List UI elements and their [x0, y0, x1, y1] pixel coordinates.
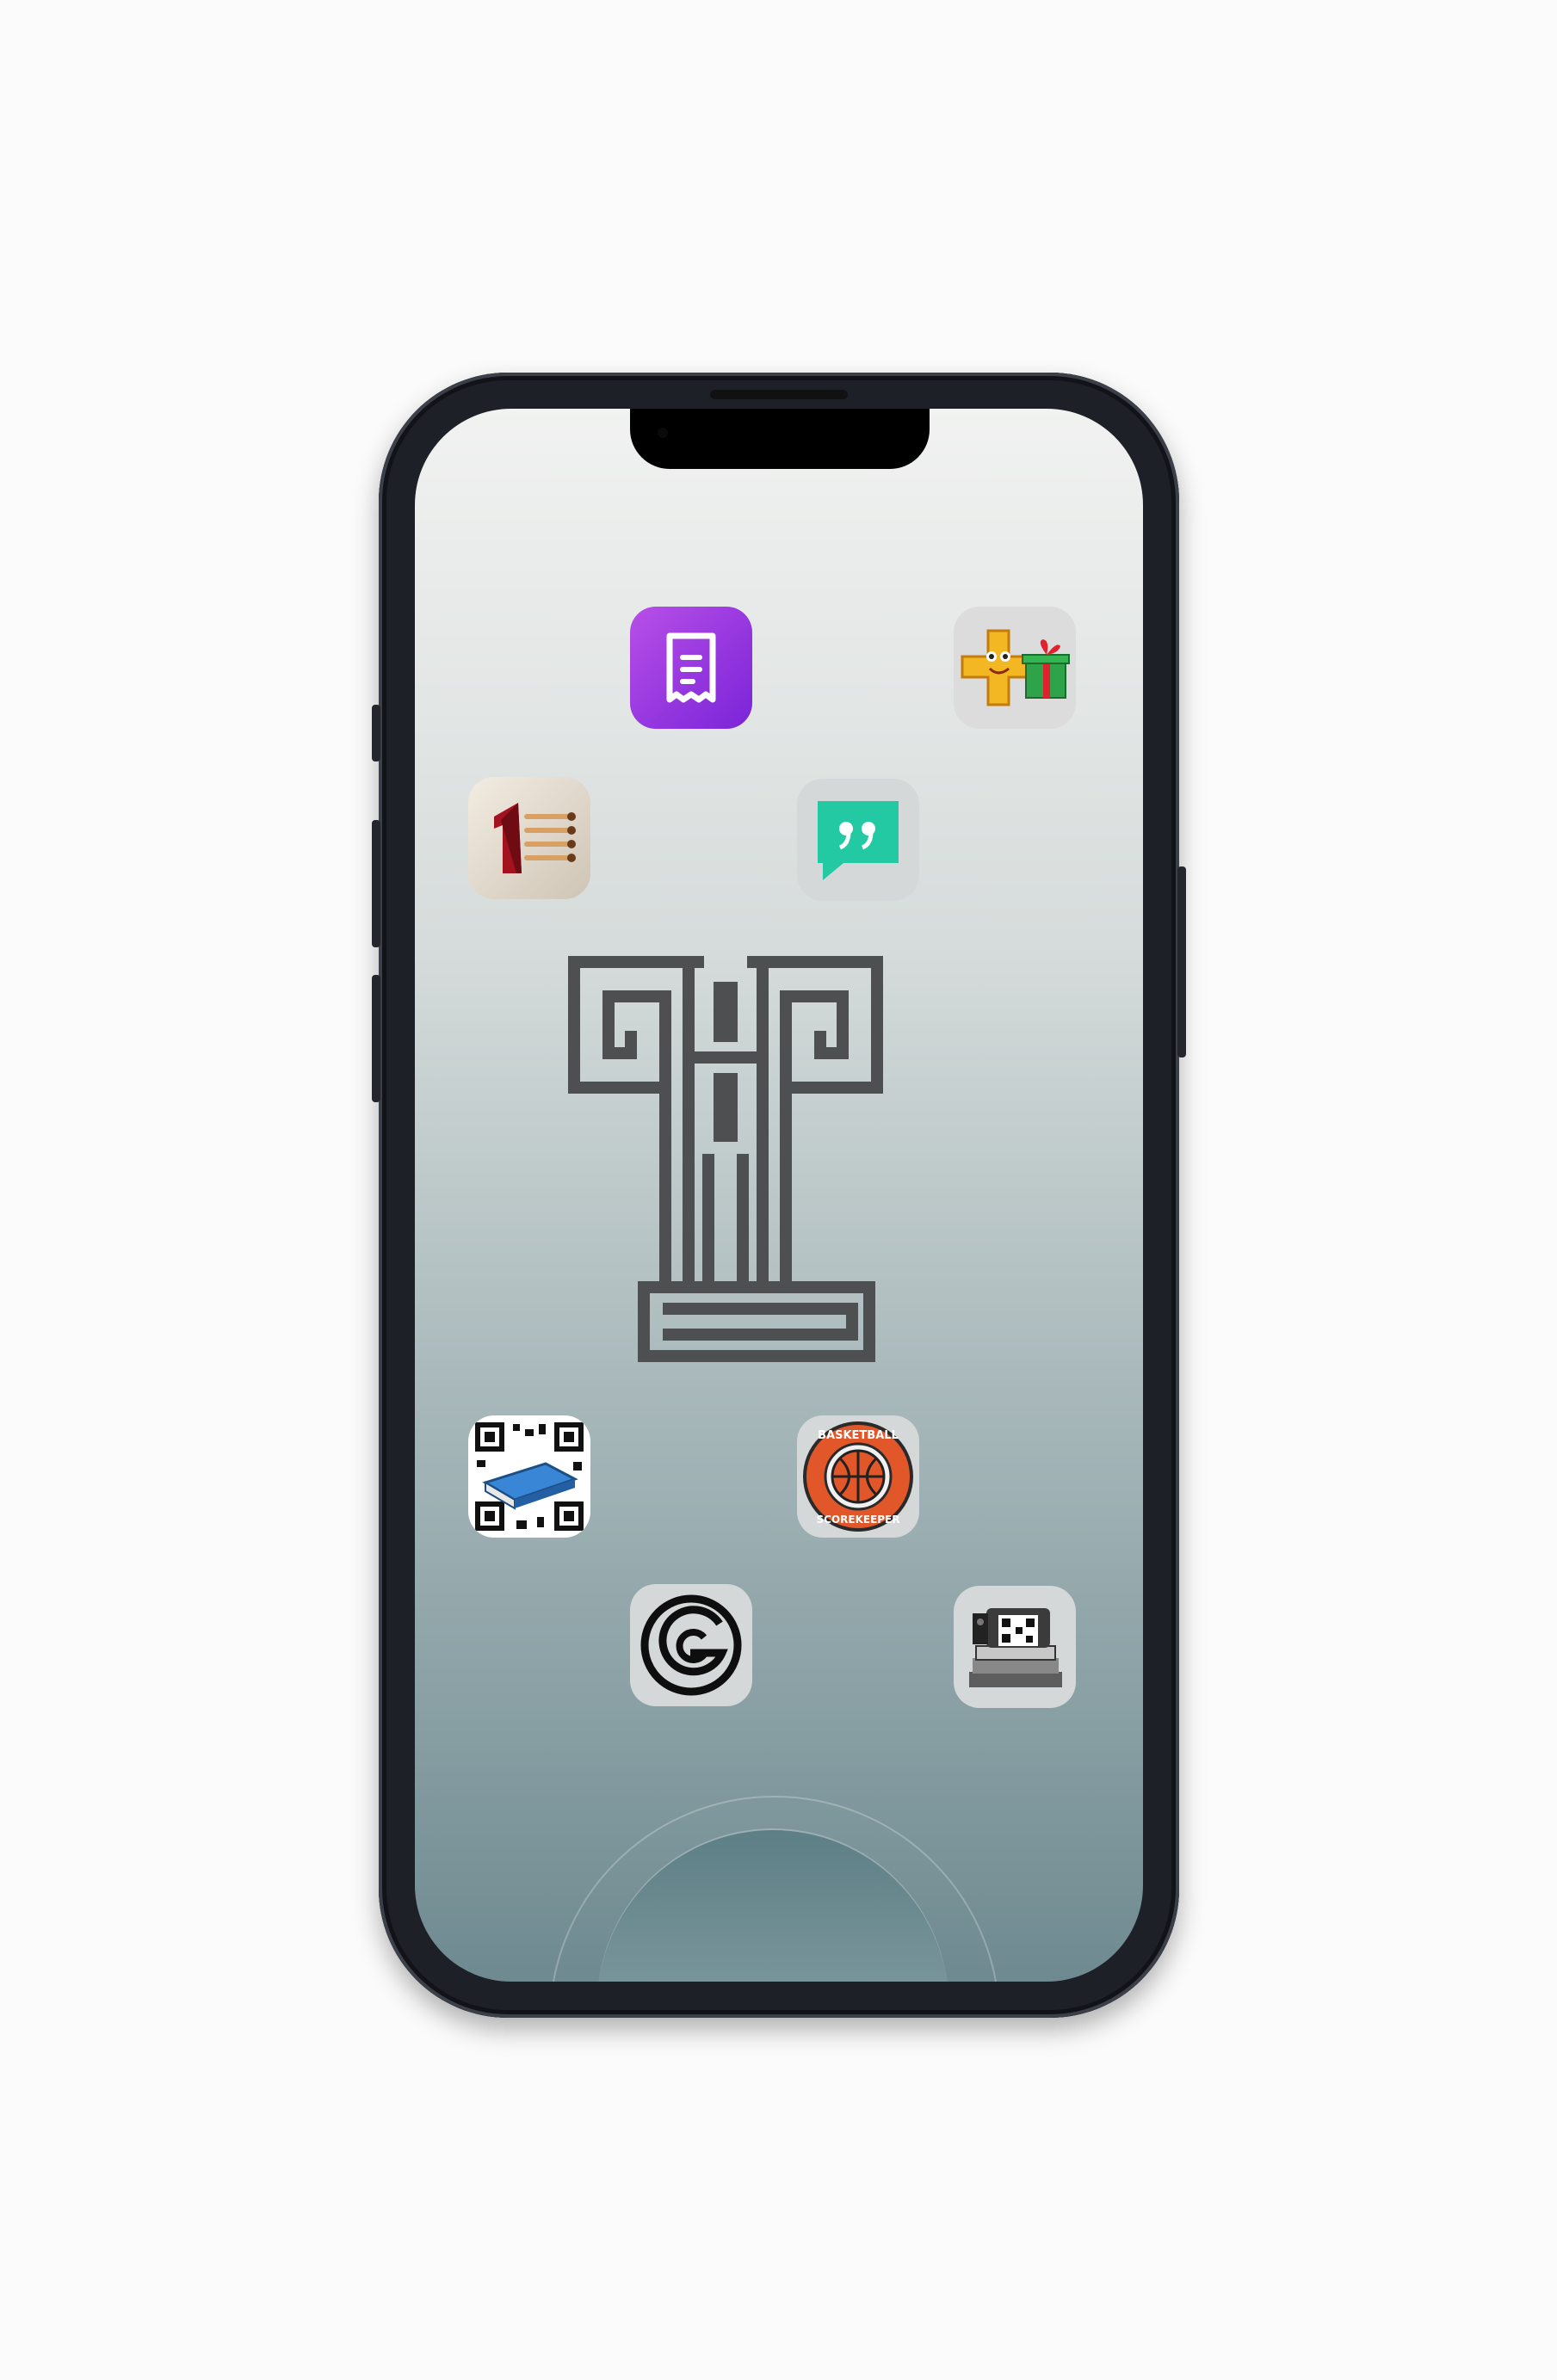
letter-g-icon: [640, 1594, 742, 1696]
matches-app-icon[interactable]: [468, 777, 590, 899]
basketball-badge-bottom-text: SCOREKEEPER: [816, 1514, 899, 1526]
qr-printer-app-icon[interactable]: [954, 1586, 1076, 1708]
phone-frame: BASKETBALL SCOREKEEPER: [372, 373, 1186, 2018]
volume-down-button: [372, 975, 380, 1102]
plus-gift-app-icon[interactable]: [954, 607, 1076, 729]
qr-book-app-icon[interactable]: [468, 1415, 590, 1538]
number-one-matches-icon: [494, 803, 576, 873]
basketball-app-icon[interactable]: BASKETBALL SCOREKEEPER: [797, 1415, 919, 1538]
volume-up-button: [372, 820, 380, 947]
qr-book-icon: [475, 1422, 584, 1531]
receipt-icon: [666, 632, 716, 703]
receipt-app-icon[interactable]: [630, 607, 752, 729]
basketball-badge-top-text: BASKETBALL: [818, 1429, 899, 1442]
quote-bubble-icon: [818, 801, 899, 880]
greek-column-t-logo: [568, 956, 883, 1362]
g-logo-app-icon[interactable]: [630, 1584, 752, 1706]
earpiece-speaker: [710, 390, 848, 399]
mute-switch: [372, 705, 380, 761]
basketball-scorekeeper-icon: BASKETBALL SCOREKEEPER: [803, 1421, 913, 1532]
front-camera-icon: [658, 428, 668, 438]
quote-chat-app-icon[interactable]: [797, 779, 919, 901]
plus-gift-icon: [961, 629, 1070, 706]
notch: [630, 409, 930, 469]
home-screen: BASKETBALL SCOREKEEPER: [415, 409, 1143, 1982]
power-button: [1177, 866, 1186, 1057]
qr-printer-icon: [969, 1608, 1062, 1687]
